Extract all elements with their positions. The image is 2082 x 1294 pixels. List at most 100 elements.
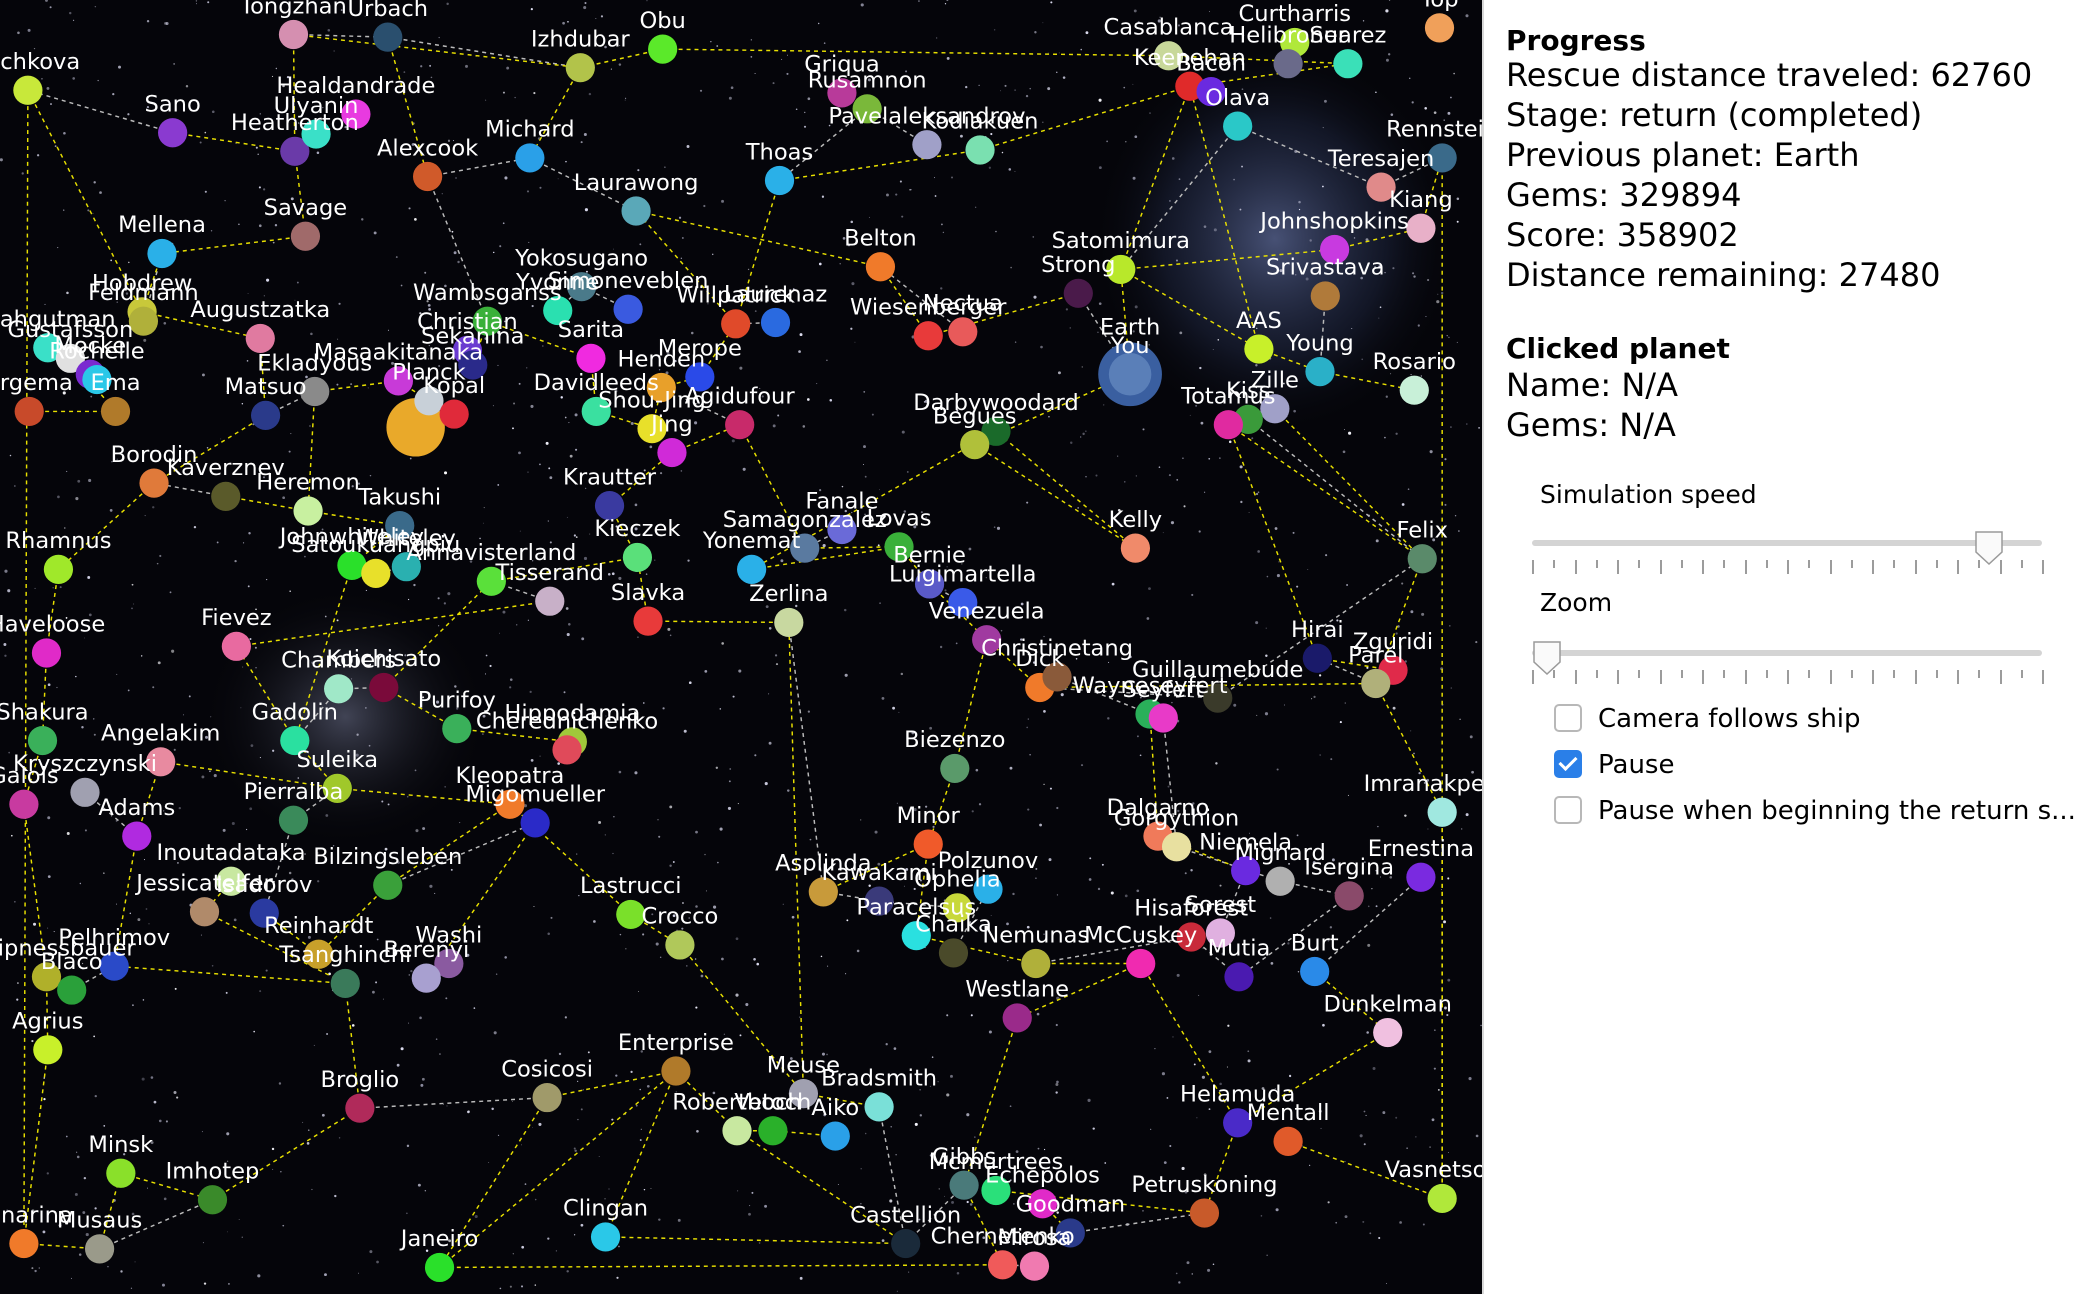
- planet-wiesenberger[interactable]: [913, 321, 943, 351]
- slider-thumb[interactable]: [1532, 640, 1562, 676]
- planet-imranakperov[interactable]: [1427, 797, 1457, 827]
- planet-mellena[interactable]: [147, 238, 177, 269]
- planet-kieczek[interactable]: [622, 542, 653, 573]
- planet-strong[interactable]: [1063, 278, 1093, 308]
- planet-willpatrick[interactable]: [721, 309, 751, 339]
- planet-michard[interactable]: [515, 143, 545, 173]
- pause-return-checkbox[interactable]: [1554, 796, 1582, 824]
- planet-savage[interactable]: [290, 221, 321, 251]
- planet-bradsmith[interactable]: [864, 1092, 894, 1122]
- planet-isergina[interactable]: [1334, 881, 1364, 911]
- planet-thoas[interactable]: [764, 165, 795, 196]
- planet-petruskoning[interactable]: [1189, 1198, 1220, 1228]
- planet-crocco[interactable]: [665, 930, 695, 960]
- planet-enterprise[interactable]: [661, 1056, 691, 1086]
- planet-vetoch[interactable]: [758, 1116, 788, 1146]
- planet-hirai[interactable]: [1302, 643, 1332, 673]
- planet-blaco[interactable]: [57, 975, 87, 1005]
- planet-robertboch[interactable]: [722, 1116, 752, 1146]
- planet-agrius[interactable]: [33, 1035, 63, 1065]
- planet-laurawong[interactable]: [621, 196, 651, 226]
- planet-musaus[interactable]: [84, 1234, 115, 1264]
- planet-minsk[interactable]: [106, 1158, 136, 1188]
- planet-aiko[interactable]: [820, 1121, 850, 1151]
- planet-alexcook[interactable]: [412, 161, 443, 192]
- planet-slavka[interactable]: [633, 606, 663, 636]
- planet-top[interactable]: [1424, 13, 1455, 43]
- camera-follows-ship-option[interactable]: Camera follows ship: [1554, 704, 1861, 734]
- planet-mirosa[interactable]: [1019, 1251, 1050, 1281]
- planet-fievez[interactable]: [221, 631, 251, 661]
- planet-biezenzo[interactable]: [940, 753, 970, 784]
- planet-yonemat[interactable]: [737, 554, 767, 584]
- planet-clingan[interactable]: [590, 1222, 621, 1252]
- planet-jing[interactable]: [657, 437, 687, 468]
- planet-tisserand[interactable]: [535, 586, 565, 616]
- planet-sarita[interactable]: [576, 343, 606, 373]
- planet-dunkelman[interactable]: [1373, 1017, 1403, 1048]
- star-map[interactable]: ObuIzhdubarUrbachTongzhanSanoHeathertonU…: [0, 0, 1482, 1294]
- slider-thumb[interactable]: [1974, 530, 2004, 566]
- planet-burt[interactable]: [1300, 956, 1330, 987]
- simulation-speed-slider[interactable]: [1532, 530, 2044, 590]
- planet-helibroner[interactable]: [1273, 49, 1303, 79]
- planet-fonarina[interactable]: [9, 1228, 39, 1259]
- planet-felix[interactable]: [1407, 544, 1437, 574]
- planet-agidufour[interactable]: [725, 410, 755, 440]
- planet-young[interactable]: [1305, 357, 1335, 387]
- planet-borodin[interactable]: [139, 468, 169, 498]
- planet-heremon[interactable]: [293, 496, 323, 526]
- planet-srivastava[interactable]: [1310, 281, 1340, 311]
- planet-totamus[interactable]: [1213, 410, 1243, 440]
- planet-janeiro[interactable]: [424, 1252, 455, 1283]
- planet-earth[interactable]: [1108, 353, 1152, 396]
- planet-rosario[interactable]: [1399, 375, 1429, 405]
- planet-adams[interactable]: [122, 821, 152, 851]
- planet-ernestina[interactable]: [1406, 862, 1436, 892]
- planet-olava[interactable]: [1223, 111, 1253, 141]
- planet-urbach[interactable]: [373, 22, 403, 52]
- planet-tuchkova[interactable]: [13, 75, 43, 105]
- planet-mignard[interactable]: [1265, 866, 1295, 896]
- planet-mccuskey[interactable]: [1126, 948, 1156, 979]
- planet-kryszczynski[interactable]: [70, 777, 100, 807]
- planet-purifoy[interactable]: [442, 714, 472, 744]
- planet-begues[interactable]: [960, 430, 990, 460]
- planet-zerlina[interactable]: [774, 607, 804, 638]
- pause-option[interactable]: Pause: [1554, 750, 1674, 780]
- planet-broglio[interactable]: [345, 1093, 375, 1123]
- planet-kaverznev[interactable]: [211, 481, 241, 511]
- planet-berenyi[interactable]: [411, 963, 441, 993]
- planet-jessicatelfer[interactable]: [189, 897, 220, 927]
- planet-tongzhan[interactable]: [278, 19, 309, 50]
- planet-mentall[interactable]: [1273, 1126, 1303, 1156]
- planet-kopal[interactable]: [439, 399, 469, 429]
- planet-tsanghinchi[interactable]: [330, 968, 360, 999]
- space-map-canvas[interactable]: Obu Izhdubar Urbach Tongzhan Sano Heatherton U…: [0, 0, 1482, 1294]
- planet-mutia[interactable]: [1224, 962, 1254, 992]
- planet-laurenaz[interactable]: [760, 307, 791, 338]
- planet-vasnetsov[interactable]: [1427, 1183, 1457, 1214]
- planet-chernetenko[interactable]: [988, 1250, 1018, 1280]
- planet-imhotep[interactable]: [197, 1185, 228, 1215]
- planet-kodiakuen[interactable]: [965, 135, 995, 165]
- planet-suarez[interactable]: [1333, 49, 1363, 79]
- planet-galois[interactable]: [9, 789, 39, 819]
- planet-haveloose[interactable]: [31, 638, 62, 668]
- planet-migomueller[interactable]: [520, 808, 550, 838]
- planet-sano[interactable]: [158, 118, 188, 148]
- planet-koichisato[interactable]: [369, 672, 399, 703]
- planet-westlane[interactable]: [1002, 1003, 1032, 1033]
- planet-ema[interactable]: [100, 396, 131, 427]
- planet-rhamnus[interactable]: [43, 554, 74, 584]
- planet-cosicosi[interactable]: [532, 1082, 562, 1113]
- planet-augustzatka[interactable]: [245, 323, 275, 354]
- planet-castellion[interactable]: [891, 1228, 921, 1259]
- planet-gorgythion[interactable]: [1161, 832, 1192, 862]
- planet-belton[interactable]: [865, 252, 896, 282]
- zoom-slider[interactable]: [1532, 640, 2044, 700]
- planet-cherednichenko[interactable]: [552, 735, 582, 765]
- planet-ergema[interactable]: [14, 396, 44, 427]
- planet-aas[interactable]: [1244, 334, 1274, 364]
- planet-pierralba[interactable]: [278, 805, 309, 835]
